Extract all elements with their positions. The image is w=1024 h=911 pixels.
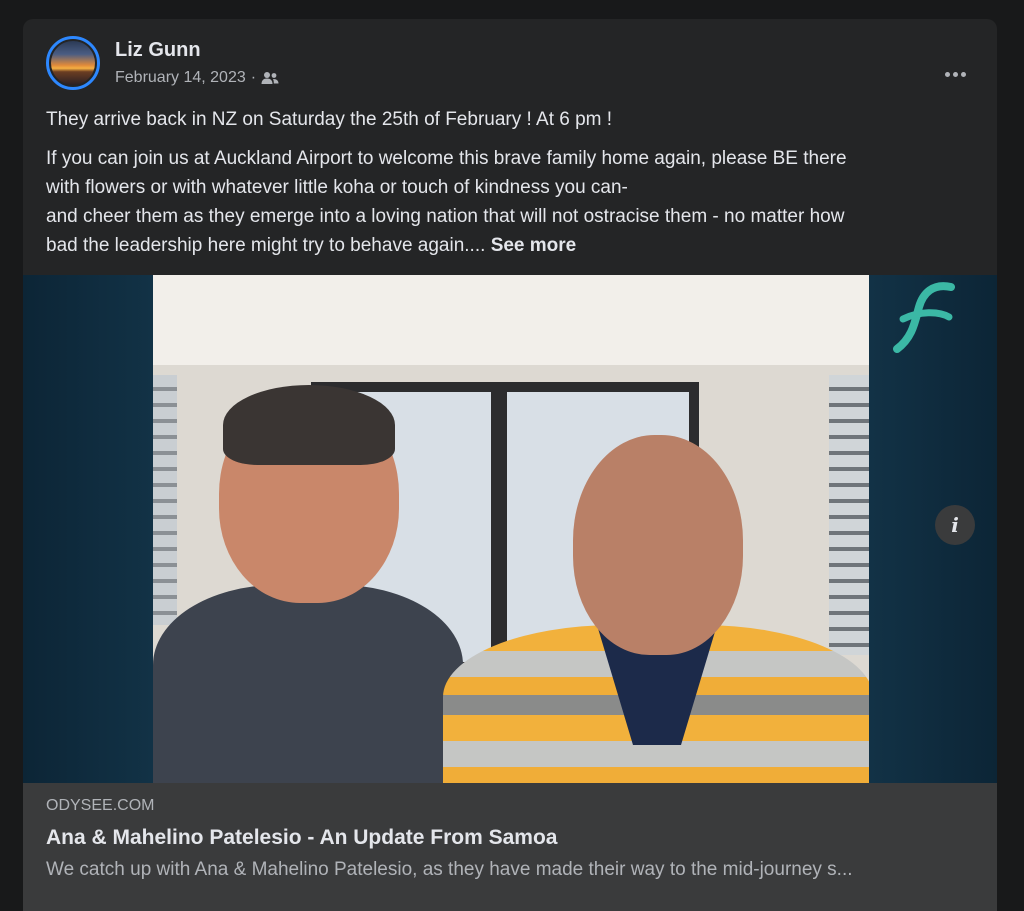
see-more-link[interactable]: See more — [491, 235, 577, 256]
link-preview-image[interactable] — [23, 275, 997, 783]
ceiling — [153, 275, 869, 365]
louvre-window-left — [153, 375, 177, 625]
paragraph-line: with flowers or with whatever little koh… — [46, 177, 628, 198]
more-options-button[interactable] — [937, 64, 973, 84]
post-date[interactable]: February 14, 2023 — [115, 69, 246, 87]
friends-icon[interactable] — [261, 71, 279, 85]
woman-body — [153, 585, 463, 783]
link-description: We catch up with Ana & Mahelino Patelesi… — [46, 859, 853, 880]
post-card: Liz Gunn February 14, 2023 · They arrive… — [23, 19, 997, 911]
post-paragraph-2: If you can join us at Auckland Airport t… — [46, 144, 981, 260]
brand-logo-icon — [893, 282, 955, 353]
paragraph-line: bad the leadership here might try to beh… — [46, 235, 486, 256]
paragraph-line: and cheer them as they emerge into a lov… — [46, 206, 845, 227]
info-icon[interactable]: i — [935, 505, 975, 545]
author-name[interactable]: Liz Gunn — [115, 39, 201, 62]
dot-icon — [952, 71, 958, 77]
man-head — [573, 435, 743, 655]
post-text: They arrive back in NZ on Saturday the 2… — [46, 105, 981, 270]
video-thumbnail-photo — [153, 275, 869, 783]
dot-icon — [960, 71, 966, 77]
post-meta: February 14, 2023 · — [115, 69, 279, 87]
link-title[interactable]: Ana & Mahelino Patelesio - An Update Fro… — [46, 826, 557, 850]
woman-hair — [223, 385, 395, 465]
author-avatar[interactable] — [46, 36, 100, 90]
louvre-window-right — [829, 375, 869, 655]
paragraph-line: If you can join us at Auckland Airport t… — [46, 148, 847, 169]
meta-separator: · — [250, 69, 257, 86]
post-header: Liz Gunn February 14, 2023 · — [46, 36, 997, 96]
dot-icon — [944, 71, 950, 77]
link-domain: ODYSEE.COM — [46, 797, 155, 814]
image-side-panel-right — [869, 275, 997, 783]
image-side-panel-left — [23, 275, 153, 783]
post-paragraph-1: They arrive back in NZ on Saturday the 2… — [46, 109, 613, 130]
sunset-avatar-image — [51, 41, 95, 85]
link-preview[interactable]: ODYSEE.COM Ana & Mahelino Patelesio - An… — [23, 783, 997, 911]
